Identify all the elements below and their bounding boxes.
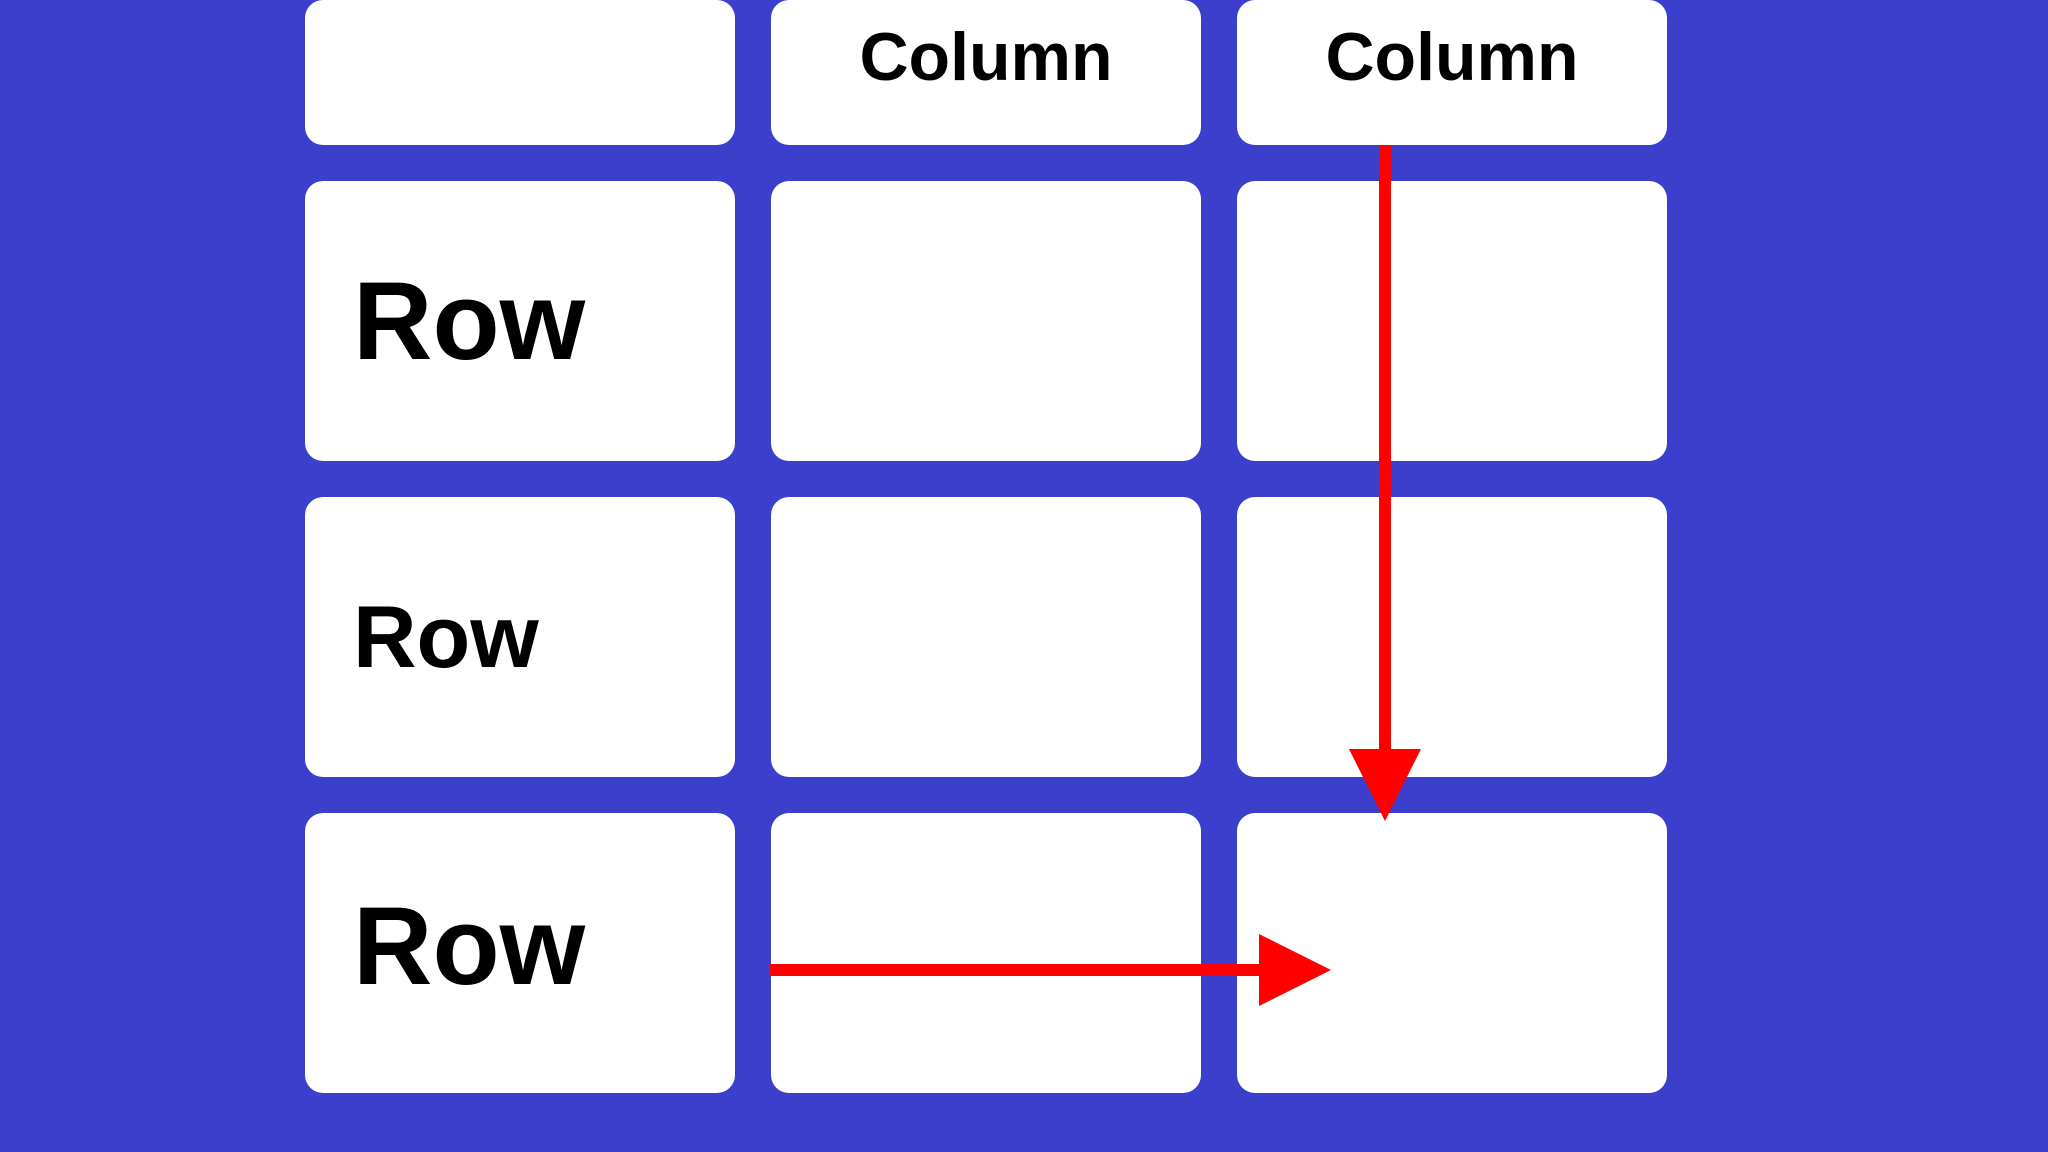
row-label: Row bbox=[353, 883, 585, 1010]
data-cell-r1c3 bbox=[1237, 181, 1667, 461]
header-label: Column bbox=[1325, 18, 1578, 96]
data-cell-r1c2 bbox=[771, 181, 1201, 461]
grid: Column Column Row Row Row bbox=[305, 0, 1635, 1093]
row-header-3: Row bbox=[305, 813, 735, 1093]
data-cell-r2c3 bbox=[1237, 497, 1667, 777]
header-cell-col3: Column bbox=[1237, 0, 1667, 145]
row-label: Row bbox=[353, 586, 539, 688]
data-cell-r2c2 bbox=[771, 497, 1201, 777]
table-diagram: Column Column Row Row Row bbox=[305, 0, 1635, 1093]
header-cell-empty bbox=[305, 0, 735, 145]
data-cell-r3c2 bbox=[771, 813, 1201, 1093]
row-label: Row bbox=[353, 258, 585, 385]
row-header-2: Row bbox=[305, 497, 735, 777]
header-label: Column bbox=[859, 18, 1112, 96]
data-cell-r3c3 bbox=[1237, 813, 1667, 1093]
header-cell-col2: Column bbox=[771, 0, 1201, 145]
row-header-1: Row bbox=[305, 181, 735, 461]
